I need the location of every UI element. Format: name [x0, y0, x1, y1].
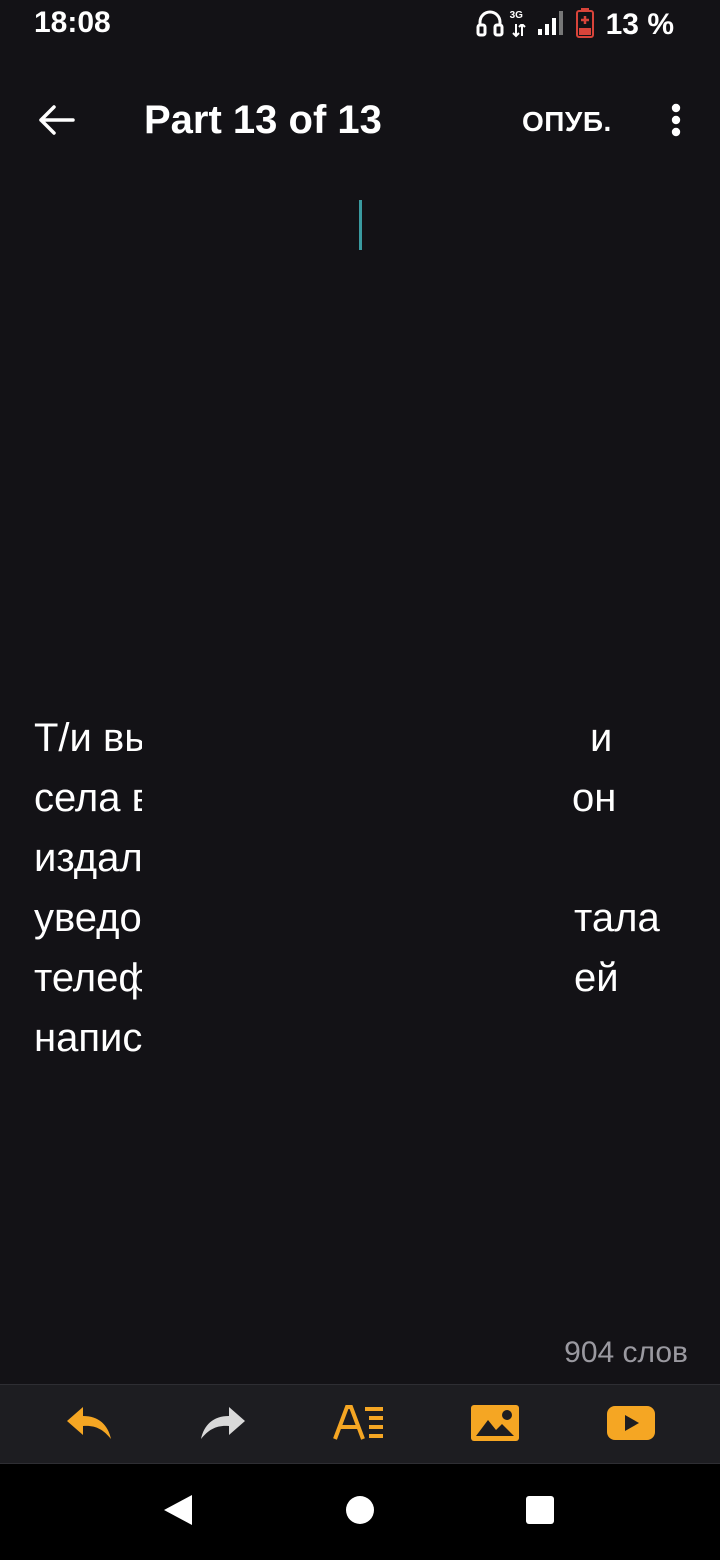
status-bar: 18:08 3G 13 %	[0, 0, 720, 50]
story-line: села в он	[34, 768, 674, 828]
story-line-start: села в	[34, 776, 142, 820]
story-line: уведо тала	[34, 888, 674, 948]
battery-low-icon	[575, 7, 594, 43]
story-line-end: ей	[574, 956, 619, 1000]
undo-icon	[65, 1403, 113, 1448]
video-icon	[606, 1404, 656, 1447]
headphones-icon	[476, 8, 504, 43]
insert-image-button[interactable]	[470, 1401, 520, 1449]
word-count: 904 слов	[564, 1336, 688, 1369]
home-circle-icon	[344, 1494, 376, 1531]
signal-icon	[537, 10, 564, 40]
story-editor[interactable]: Т/и вы и села в он издал уведо тала теле…	[34, 708, 674, 1068]
publish-button[interactable]: ОПУБ.	[522, 106, 612, 138]
system-nav-bar	[0, 1464, 720, 1560]
nav-back-button[interactable]	[158, 1492, 198, 1532]
back-button[interactable]	[30, 98, 82, 146]
editor-toolbar	[0, 1384, 720, 1464]
story-line: напис	[34, 1008, 674, 1068]
more-options-button[interactable]	[656, 98, 696, 146]
page-title: Part 13 of 13	[144, 98, 382, 142]
text-format-icon	[333, 1403, 385, 1448]
story-line-start: издал	[34, 836, 142, 880]
story-line-end: и	[590, 716, 613, 760]
app-bar: Part 13 of 13 ОПУБ.	[0, 80, 720, 164]
story-line-start: уведо	[34, 896, 142, 940]
more-vertical-icon	[671, 103, 681, 142]
story-line-start: напис	[34, 1016, 142, 1060]
nav-recents-button[interactable]	[520, 1492, 560, 1532]
image-icon	[470, 1404, 520, 1447]
insert-video-button[interactable]	[606, 1401, 656, 1449]
redo-button[interactable]	[198, 1401, 248, 1449]
network-3g-icon: 3G	[510, 10, 532, 40]
recents-square-icon	[524, 1494, 556, 1531]
text-cursor	[359, 200, 362, 250]
story-line-start: Т/и вы	[34, 716, 142, 760]
story-line-end: тала	[574, 896, 660, 940]
nav-home-button[interactable]	[340, 1492, 380, 1532]
network-label: 3G	[509, 10, 523, 21]
back-triangle-icon	[162, 1493, 194, 1532]
story-line: телеф ей	[34, 948, 674, 1008]
story-line-end: он	[572, 776, 617, 820]
redo-icon	[199, 1403, 247, 1448]
undo-button[interactable]	[64, 1401, 114, 1449]
story-line: Т/и вы и	[34, 708, 674, 768]
arrow-left-icon	[37, 104, 75, 141]
status-icons: 3G 13 %	[476, 7, 674, 43]
status-time: 18:08	[34, 6, 111, 39]
battery-percentage: 13 %	[605, 8, 674, 41]
text-format-button[interactable]	[333, 1401, 385, 1449]
story-line-start: телеф	[34, 956, 142, 1000]
story-line: издал	[34, 828, 674, 888]
